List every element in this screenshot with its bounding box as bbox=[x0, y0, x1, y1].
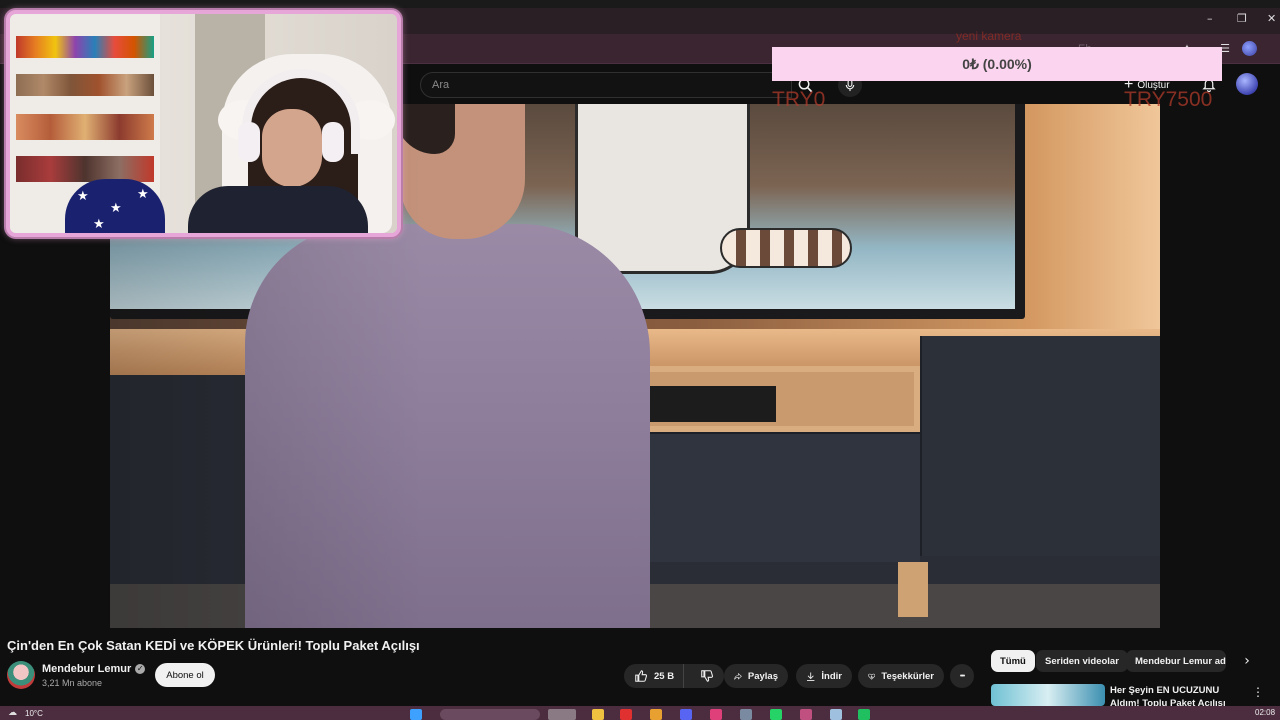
chip-series-videos[interactable]: Seriden videolar bbox=[1036, 650, 1128, 672]
opera-icon[interactable] bbox=[620, 709, 632, 720]
channel-name: Mendebur Lemur bbox=[42, 663, 132, 675]
verified-check-icon: ✓ bbox=[135, 664, 146, 674]
share-label: Paylaş bbox=[747, 670, 778, 682]
like-dislike-group: 25 B bbox=[624, 664, 724, 688]
chip-all[interactable]: Tümü bbox=[991, 650, 1035, 672]
start-menu-icon[interactable] bbox=[410, 709, 422, 720]
download-icon bbox=[807, 671, 815, 681]
search-box bbox=[420, 72, 792, 98]
file-explorer-icon[interactable] bbox=[592, 709, 604, 720]
chrome-icon[interactable] bbox=[650, 709, 662, 720]
more-actions-button[interactable]: ••• bbox=[950, 664, 974, 688]
donation-goal-min: TRY0 bbox=[772, 88, 826, 111]
minimize-button[interactable]: – bbox=[1207, 12, 1213, 25]
browser-profile-avatar[interactable] bbox=[1242, 41, 1257, 56]
app-icon[interactable] bbox=[830, 709, 842, 720]
download-label: İndir bbox=[821, 670, 842, 682]
discord-icon[interactable] bbox=[680, 709, 692, 720]
like-button[interactable]: 25 B bbox=[624, 664, 685, 688]
app-icon[interactable] bbox=[858, 709, 870, 720]
taskbar-search-box[interactable] bbox=[440, 709, 540, 720]
settings-icon[interactable] bbox=[740, 709, 752, 720]
svg-text:$: $ bbox=[871, 674, 874, 678]
webcam-star-blanket: ★ ★ ★ ★ bbox=[65, 179, 165, 233]
account-avatar[interactable] bbox=[1236, 73, 1258, 95]
taskbar-clock: 02:08 bbox=[1255, 708, 1276, 717]
windows-taskbar bbox=[0, 706, 1280, 720]
chip-channel[interactable]: Mendebur Lemur adlı bbox=[1126, 650, 1226, 672]
download-button[interactable]: İndir bbox=[796, 664, 852, 688]
donation-goal-title: yeni kamera bbox=[956, 29, 1022, 43]
subscriber-count: 3,21 Mn abone bbox=[42, 678, 103, 688]
donation-goal-max: TRY7500 bbox=[1124, 88, 1213, 111]
instagram-icon[interactable] bbox=[710, 709, 722, 720]
recommendation-title[interactable]: Her Şeyin EN UCUZUNU Aldım! Toplu Paket … bbox=[1110, 684, 1250, 706]
more-dots-icon: ••• bbox=[959, 672, 965, 680]
thumbs-up-icon bbox=[635, 670, 648, 682]
browser-top-strip bbox=[0, 0, 1280, 8]
thanks-label: Teşekkürler bbox=[881, 670, 934, 682]
maximize-button[interactable]: ❐ bbox=[1237, 12, 1247, 25]
share-arrow-icon bbox=[734, 672, 742, 680]
donation-goal-value: 0₺ (0.00%) bbox=[962, 55, 1032, 72]
weather-temperature: 10°C bbox=[25, 709, 43, 718]
kebab-menu-icon[interactable]: ⋮ bbox=[1252, 685, 1264, 699]
widgets-icon[interactable] bbox=[548, 709, 576, 720]
streamer-webcam-overlay: ★ ★ ★ ★ bbox=[6, 10, 401, 237]
thumbs-down-icon bbox=[701, 670, 714, 682]
channel-avatar[interactable] bbox=[7, 661, 35, 689]
channel-name-link[interactable]: Mendebur Lemur ✓ bbox=[42, 663, 146, 675]
share-button[interactable]: Paylaş bbox=[724, 664, 788, 688]
whatsapp-icon[interactable] bbox=[770, 709, 782, 720]
weather-cloud-icon: ☁ bbox=[8, 708, 17, 718]
video-title: Çin'den En Çok Satan KEDİ ve KÖPEK Ürünl… bbox=[7, 638, 420, 653]
app-icon[interactable] bbox=[800, 709, 812, 720]
donation-goal-bar: 0₺ (0.00%) bbox=[772, 47, 1222, 81]
like-count: 25 B bbox=[654, 670, 675, 682]
close-button[interactable]: ✕ bbox=[1267, 12, 1276, 25]
recommendation-thumbnail[interactable] bbox=[991, 684, 1105, 706]
subscribe-button[interactable]: Abone ol bbox=[155, 663, 215, 687]
thanks-button[interactable]: $ Teşekkürler bbox=[858, 664, 944, 688]
chevron-right-icon[interactable]: › bbox=[1238, 652, 1256, 670]
dislike-button[interactable] bbox=[690, 664, 724, 688]
search-input[interactable] bbox=[421, 73, 791, 97]
heart-dollar-icon: $ bbox=[868, 673, 876, 680]
